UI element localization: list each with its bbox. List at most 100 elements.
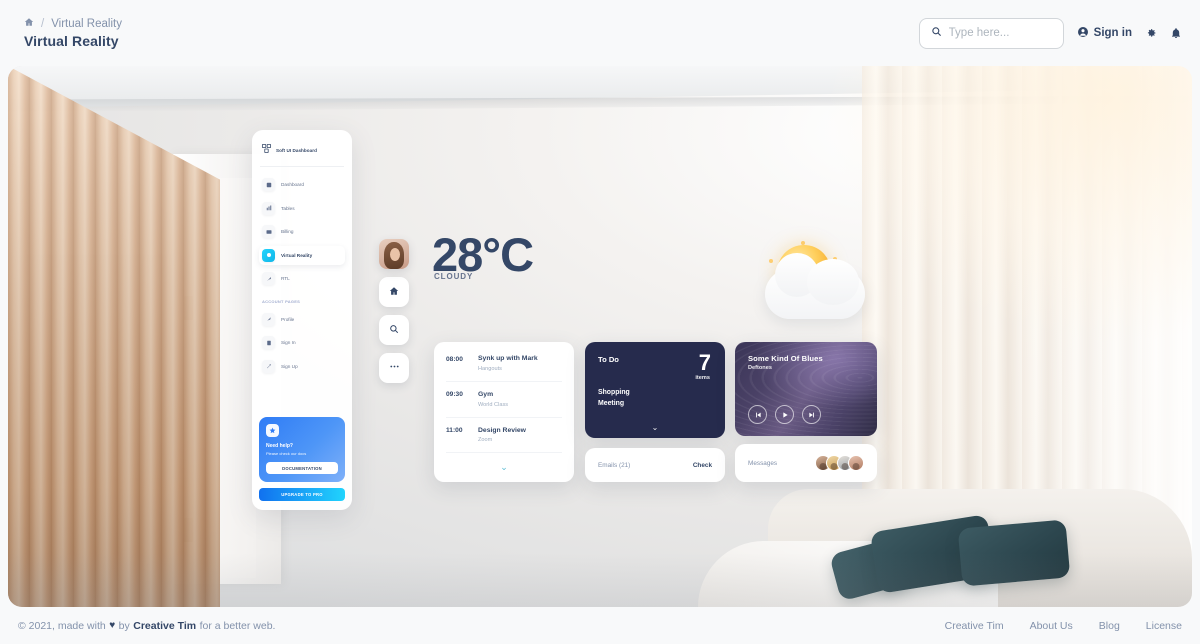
navbar-right: Sign in	[918, 17, 1182, 49]
music-controls	[748, 405, 821, 424]
sidebar-item-sign-in[interactable]: Sign In	[259, 333, 345, 352]
navbar-left: / Virtual Reality Virtual Reality	[18, 17, 122, 50]
footer-link-about-us[interactable]: About Us	[1030, 620, 1073, 632]
todo-count-label: items	[695, 375, 710, 381]
search-icon	[389, 321, 399, 339]
help-card: Need help? Please check our docs DOCUMEN…	[259, 417, 345, 482]
schedule-subtitle: Hangouts	[478, 365, 502, 372]
avatar	[848, 455, 864, 471]
floor-shadow	[8, 553, 1192, 607]
footer-copyright-prefix: © 2021, made with	[18, 619, 106, 632]
bell-icon[interactable]	[1170, 27, 1182, 39]
next-button[interactable]	[802, 405, 821, 424]
footer-brand-link[interactable]: Creative Tim	[133, 620, 196, 632]
skip-previous-icon	[754, 406, 762, 424]
schedule-card: 08:00 Synk up with Mark Hangouts 09:30 G…	[434, 342, 574, 482]
sidebar-label: RTL	[281, 276, 290, 281]
schedule-time: 08:00	[446, 355, 463, 363]
chevron-down-icon[interactable]: ⌄	[434, 462, 574, 473]
sidebar-label: Sign Up	[281, 363, 298, 369]
todo-item[interactable]: Shopping	[598, 389, 630, 396]
signin-button[interactable]: Sign in	[1077, 26, 1132, 41]
breadcrumb-separator: /	[41, 17, 45, 30]
sidebar-item-rtl[interactable]: RTL	[259, 269, 345, 288]
sidebar-label: Virtual Reality	[281, 252, 313, 258]
sidebar-item-profile[interactable]: Profile	[259, 310, 345, 329]
chevron-down-icon[interactable]: ⌄	[585, 423, 725, 432]
documentation-button[interactable]: DOCUMENTATION	[266, 462, 338, 474]
emails-check-button[interactable]: Check	[693, 462, 712, 469]
todo-card: To Do 7 items Shopping Meeting ⌄	[585, 342, 725, 438]
schedule-row[interactable]: 09:30 Gym World Class	[446, 391, 562, 418]
signup-icon	[262, 359, 275, 373]
previous-button[interactable]	[748, 405, 767, 424]
cloud-bump	[807, 259, 859, 305]
breadcrumb-current[interactable]: Virtual Reality	[51, 18, 122, 30]
schedule-subtitle: World Class	[478, 401, 509, 408]
footer-link-blog[interactable]: Blog	[1099, 620, 1120, 632]
temperature-display: 28°C	[432, 228, 534, 281]
sidebar-item-sign-up[interactable]: Sign Up	[259, 357, 345, 376]
search-box[interactable]	[918, 17, 1064, 49]
todo-item[interactable]: Meeting	[598, 400, 630, 407]
rail-more-button[interactable]	[379, 353, 409, 383]
breadcrumb: / Virtual Reality	[24, 17, 122, 30]
sidebar-label: Profile	[281, 316, 295, 322]
sidebar-divider	[260, 166, 344, 167]
schedule-subtitle: Zoom	[478, 437, 493, 444]
sidebar-item-virtual-reality[interactable]: Virtual Reality	[259, 245, 345, 265]
home-icon	[389, 283, 399, 301]
sun-behind-cloud-icon	[755, 241, 870, 323]
sidebar-label: Tables	[281, 205, 295, 211]
page-title: Virtual Reality	[24, 33, 119, 49]
sidebar-item-billing[interactable]: Billing	[259, 222, 345, 241]
rtl-icon	[262, 272, 275, 285]
search-icon	[931, 24, 942, 42]
sidebar-item-tables[interactable]: Tables	[259, 199, 345, 218]
message-avatar-group[interactable]	[815, 455, 864, 471]
search-input[interactable]	[948, 27, 1052, 39]
sidebar-brand-label: Soft UI Dashboard	[276, 147, 317, 153]
gear-icon[interactable]	[1145, 27, 1157, 39]
todo-count: 7	[698, 350, 711, 375]
music-artist: Deftones	[748, 365, 772, 371]
page-footer: © 2021, made with ♥ by Creative Tim for …	[0, 607, 1200, 644]
vr-dashboard-sidebar: Soft UI Dashboard Dashboard Tables Billi…	[252, 130, 352, 510]
help-card-subtitle: Please check our docs	[266, 450, 307, 456]
home-icon[interactable]	[24, 17, 34, 30]
sidebar-item-dashboard[interactable]: Dashboard	[259, 175, 345, 194]
user-avatar[interactable]	[379, 239, 409, 269]
music-track-title: Some Kind Of Blues	[748, 354, 823, 363]
signin-label: Sign in	[1093, 27, 1132, 39]
billing-icon	[262, 225, 275, 238]
schedule-row[interactable]: 11:00 Design Review Zoom	[446, 427, 562, 454]
skip-next-icon	[808, 406, 816, 424]
schedule-time: 11:00	[446, 427, 463, 435]
avatar-face	[390, 248, 400, 261]
weather-condition: CLOUDY	[434, 272, 474, 281]
rail-search-button[interactable]	[379, 315, 409, 345]
footer-link-creative-tim[interactable]: Creative Tim	[945, 620, 1004, 632]
sidebar-label: Billing	[281, 229, 294, 234]
vr-icon	[262, 248, 275, 262]
user-circle-icon	[1077, 26, 1089, 41]
sidebar-label: Sign In	[281, 340, 296, 345]
schedule-title: Design Review	[478, 426, 526, 434]
sidebar-label: Dashboard	[281, 182, 304, 187]
dashboard-icon	[262, 178, 275, 191]
upgrade-to-pro-button[interactable]: UPGRADE TO PRO	[259, 488, 345, 501]
footer-link-license[interactable]: License	[1146, 620, 1182, 632]
sidebar-brand[interactable]: Soft UI Dashboard	[259, 139, 345, 166]
vr-icon-rail	[379, 239, 409, 383]
cube-logo-icon	[261, 141, 272, 159]
messages-label: Messages	[748, 459, 778, 467]
footer-copyright-by: by	[118, 619, 130, 632]
top-navbar: / Virtual Reality Virtual Reality Sign i…	[0, 0, 1200, 66]
signin-icon	[262, 336, 275, 349]
rail-home-button[interactable]	[379, 277, 409, 307]
footer-links: Creative Tim About Us Blog License	[945, 620, 1182, 632]
play-button[interactable]	[775, 405, 794, 424]
play-icon	[781, 406, 789, 424]
schedule-row[interactable]: 08:00 Synk up with Mark Hangouts	[446, 355, 562, 382]
heart-icon: ♥	[109, 620, 116, 631]
